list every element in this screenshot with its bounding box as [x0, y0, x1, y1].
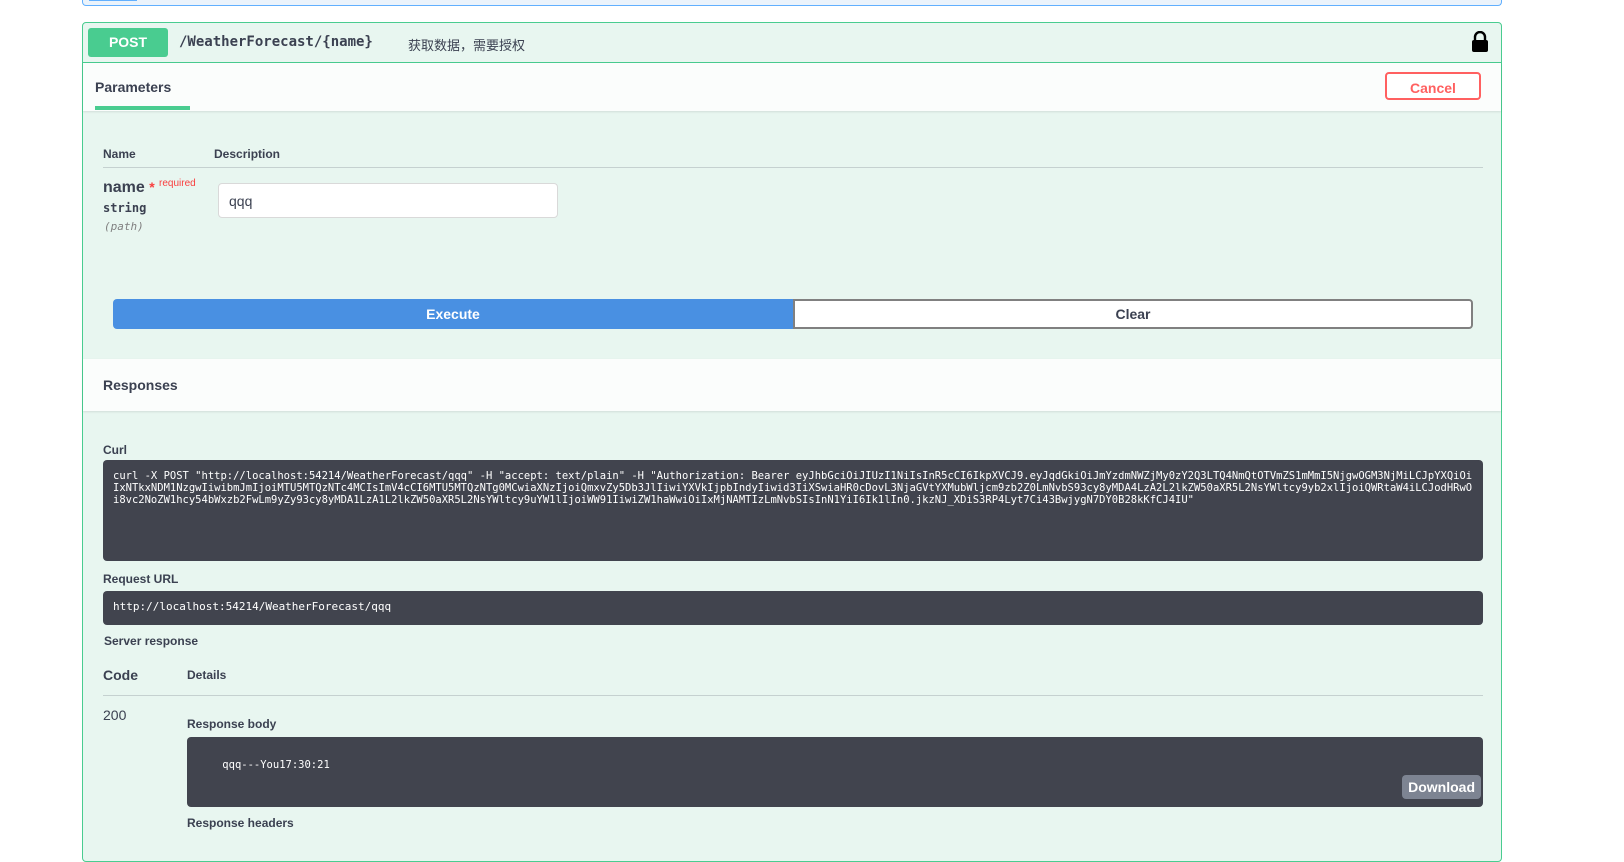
- response-body-label: Response body: [187, 717, 277, 731]
- parameter-location: (path): [104, 220, 144, 233]
- parameter-type: string: [103, 201, 147, 215]
- lock-icon[interactable]: [1471, 31, 1489, 53]
- curl-label: Curl: [103, 443, 127, 457]
- response-body-text: qqq---You17:30:21: [222, 759, 330, 771]
- tab-active-indicator: [95, 106, 190, 110]
- request-url-label: Request URL: [103, 572, 179, 586]
- cancel-button[interactable]: Cancel: [1385, 72, 1481, 100]
- column-header-details: Details: [187, 668, 227, 682]
- previous-operation-accent: [89, 0, 137, 1]
- parameters-header: Parameters Cancel: [83, 63, 1501, 111]
- request-url-block[interactable]: http://localhost:54214/WeatherForecast/q…: [103, 591, 1483, 625]
- column-header-description: Description: [214, 147, 281, 161]
- server-response-label: Server response: [104, 634, 199, 648]
- execute-button[interactable]: Execute: [113, 299, 793, 329]
- parameter-name: name *: [103, 179, 155, 197]
- operation-description: 获取数据，需要授权: [408, 38, 526, 53]
- curl-command-block[interactable]: curl -X POST "http://localhost:54214/Wea…: [103, 460, 1483, 561]
- download-button[interactable]: Download: [1402, 775, 1481, 799]
- response-headers-label: Response headers: [187, 816, 294, 830]
- required-label: required: [159, 178, 196, 189]
- operation-block-post: POST /WeatherForecast/{name} 获取数据，需要授权 P…: [82, 22, 1502, 862]
- tab-parameters[interactable]: Parameters: [95, 79, 171, 95]
- column-header-code: Code: [103, 667, 138, 683]
- responses-header: Responses: [83, 359, 1501, 411]
- response-body-block[interactable]: qqq---You17:30:21 Download: [187, 737, 1483, 807]
- clear-button[interactable]: Clear: [793, 299, 1473, 329]
- divider: [103, 167, 1483, 168]
- divider: [103, 695, 1483, 696]
- column-header-name: Name: [103, 147, 136, 161]
- name-parameter-input[interactable]: [218, 183, 558, 218]
- previous-operation-block: [82, 0, 1502, 6]
- response-status-code: 200: [103, 707, 127, 723]
- required-star: *: [149, 179, 155, 195]
- parameter-name-text: name: [103, 179, 145, 196]
- method-badge: POST: [88, 28, 168, 57]
- operation-path: /WeatherForecast/{name}: [179, 34, 373, 50]
- responses-title: Responses: [103, 377, 178, 393]
- operation-summary[interactable]: POST /WeatherForecast/{name} 获取数据，需要授权: [83, 23, 1501, 63]
